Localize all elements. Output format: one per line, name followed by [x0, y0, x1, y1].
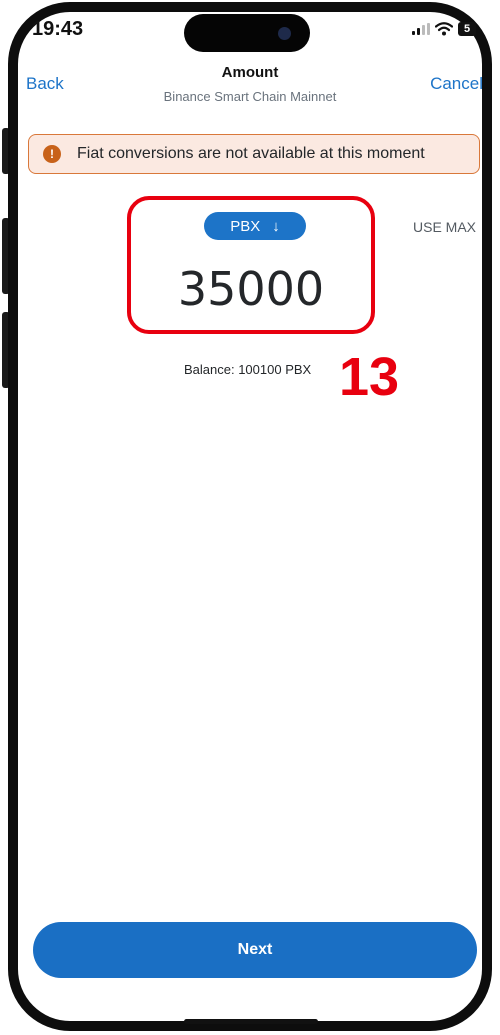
use-max-button[interactable]: USE MAX — [413, 219, 476, 235]
wifi-icon — [435, 22, 453, 36]
token-symbol: PBX — [230, 217, 261, 235]
page-title: Amount — [221, 64, 279, 81]
dynamic-island — [184, 14, 310, 52]
balance-text: Balance: 100100 PBX — [184, 362, 312, 377]
home-indicator — [184, 1019, 318, 1024]
camera-icon — [278, 27, 291, 40]
fiat-warning-banner: ! Fiat conversions are not available at … — [28, 134, 480, 174]
cellular-signal-icon — [412, 23, 430, 35]
status-icons: 5 — [412, 22, 476, 36]
cancel-button[interactable]: Cancel — [430, 74, 483, 94]
network-subtitle: Binance Smart Chain Mainnet — [163, 89, 337, 104]
amount-input[interactable]: 35000 — [127, 262, 375, 316]
token-selector-button[interactable]: PBX ↓ — [204, 212, 306, 240]
annotation-step-number: 13 — [339, 347, 400, 407]
arrow-down-icon: ↓ — [272, 217, 280, 235]
battery-icon: 5 — [458, 22, 476, 36]
next-button[interactable]: Next — [33, 922, 477, 978]
info-icon: ! — [43, 145, 61, 163]
status-time: 19:43 — [32, 18, 84, 40]
banner-text: Fiat conversions are not available at th… — [77, 145, 425, 162]
